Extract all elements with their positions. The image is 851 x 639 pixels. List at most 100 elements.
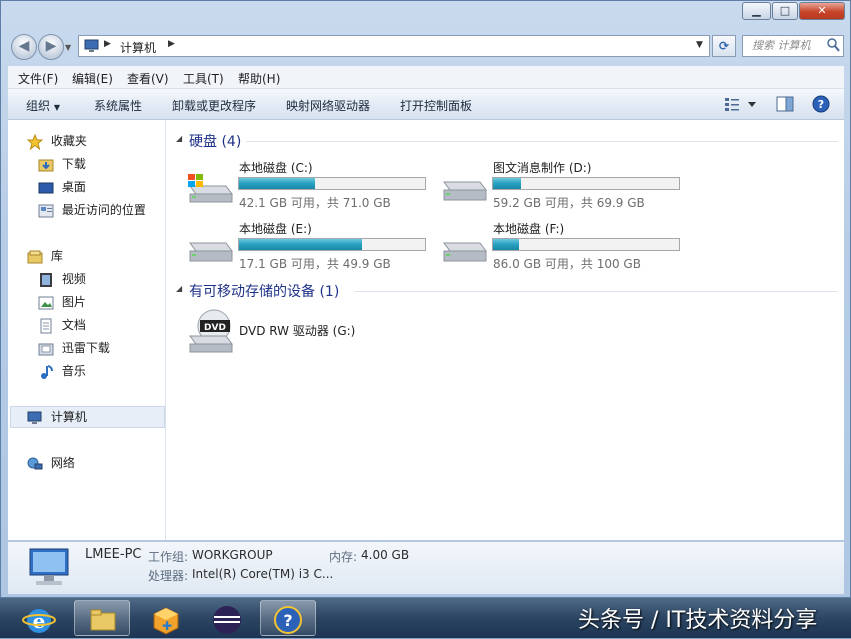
hard-drive-icon (440, 172, 488, 207)
breadcrumb-chevron-icon[interactable]: ▶ (168, 39, 175, 49)
sidebar-item-label: 音乐 (61, 364, 86, 378)
sidebar-item-documents[interactable]: 文档 (38, 315, 86, 335)
organize-label: 组织 (26, 99, 51, 113)
group-divider (246, 141, 838, 142)
navigation-pane (8, 120, 166, 540)
video-icon (38, 272, 54, 288)
sidebar-item-label: 网络 (50, 456, 75, 470)
menu-file[interactable]: 文件(F) (18, 70, 58, 87)
uninstall-program-button[interactable]: 卸载或更改程序 (172, 97, 256, 114)
drive-e-usage-bar (238, 238, 426, 251)
help-icon[interactable]: ? (812, 95, 830, 116)
taskbar-explorer-button[interactable] (74, 600, 130, 636)
sidebar-item-music[interactable]: 音乐 (38, 361, 86, 381)
drive-c-name[interactable]: 本地磁盘 (C:) (239, 159, 313, 176)
desktop-icon (38, 180, 54, 196)
search-input[interactable]: 搜索 计算机 (742, 35, 844, 57)
recent-pages-chevron-icon[interactable]: ▼ (65, 43, 73, 52)
dvd-drive-name[interactable]: DVD RW 驱动器 (G:) (239, 322, 355, 339)
pc-name: LMEE-PC (85, 547, 142, 562)
address-dropdown-icon[interactable]: ▼ (696, 40, 703, 50)
organize-button[interactable]: 组织 ▼ (26, 97, 60, 114)
sidebar-item-downloads[interactable]: 下载 (38, 154, 86, 174)
sidebar-libraries-label: 库 (50, 249, 63, 263)
drive-d-usage-fill (493, 178, 521, 189)
sidebar-favorites-label: 收藏夹 (50, 134, 87, 148)
collapse-group-icon[interactable]: ◢ (176, 284, 182, 293)
network-icon (27, 456, 43, 472)
svg-text:?: ? (283, 611, 292, 630)
menu-tools[interactable]: 工具(T) (183, 70, 224, 87)
collapse-group-icon[interactable]: ◢ (176, 134, 182, 143)
drive-e-free-space: 17.1 GB 可用，共 49.9 GB (239, 257, 391, 271)
drive-f-name[interactable]: 本地磁盘 (F:) (493, 220, 564, 237)
close-button[interactable]: ✕ (799, 2, 845, 20)
folder-icon (89, 607, 117, 636)
menu-bar: 文件(F) 编辑(E) 查看(V) 工具(T) 帮助(H) (8, 66, 844, 89)
drive-d-name[interactable]: 图文消息制作 (D:) (493, 159, 591, 176)
pictures-icon (38, 295, 54, 311)
memory-value: 4.00 GB (361, 548, 410, 562)
drive-e-usage-fill (239, 239, 362, 250)
refresh-icon[interactable]: ⟳ (712, 35, 736, 57)
drive-f-usage-fill (493, 239, 520, 250)
sidebar-item-recent-places[interactable]: 最近访问的位置 (38, 200, 146, 220)
command-bar: 组织 ▼ 系统属性 卸载或更改程序 映射网络驱动器 打开控制面板 ? (8, 89, 844, 120)
cpu-value: Intel(R) Core(TM) i3 C... (192, 567, 334, 581)
svg-text:?: ? (818, 98, 824, 111)
drive-c-free-space: 42.1 GB 可用，共 71.0 GB (239, 196, 391, 210)
address-bar[interactable]: ▶ 计算机 ▶ ▼ (78, 35, 710, 57)
minimize-button[interactable]: ▁ (742, 2, 771, 20)
sidebar-item-label: 下载 (61, 157, 86, 171)
workgroup-value: WORKGROUP (192, 548, 273, 562)
sidebar-libraries[interactable]: 库 (27, 246, 63, 266)
recent-places-icon (38, 203, 54, 219)
drive-d-usage-bar (492, 177, 680, 190)
breadcrumb-computer[interactable]: 计算机 (120, 39, 156, 56)
search-placeholder: 搜索 计算机 (752, 39, 811, 52)
sidebar-item-pictures[interactable]: 图片 (38, 292, 86, 312)
maximize-button[interactable]: □ (772, 2, 798, 20)
documents-icon (38, 318, 54, 334)
search-icon (827, 38, 840, 59)
internet-explorer-icon[interactable]: e (22, 604, 56, 639)
open-control-panel-button[interactable]: 打开控制面板 (400, 97, 472, 114)
sidebar-item-label: 桌面 (61, 180, 86, 194)
sidebar-item-desktop[interactable]: 桌面 (38, 177, 86, 197)
hard-drive-icon (186, 233, 234, 268)
system-properties-button[interactable]: 系统属性 (94, 97, 142, 114)
group-hard-disks-header[interactable]: 硬盘 (4) (189, 131, 241, 151)
eclipse-icon[interactable] (211, 604, 243, 639)
drive-e-name[interactable]: 本地磁盘 (E:) (239, 220, 312, 237)
forward-button[interactable]: ▶ (38, 34, 64, 60)
menu-view[interactable]: 查看(V) (127, 70, 169, 87)
map-network-drive-button[interactable]: 映射网络驱动器 (286, 97, 370, 114)
sidebar-item-videos[interactable]: 视频 (38, 269, 86, 289)
group-removable-header[interactable]: 有可移动存储的设备 (1) (189, 281, 339, 301)
menu-help[interactable]: 帮助(H) (238, 70, 280, 87)
preview-pane-icon[interactable] (776, 96, 794, 115)
sidebar-favorites[interactable]: 收藏夹 (26, 131, 87, 151)
menu-edit[interactable]: 编辑(E) (72, 70, 113, 87)
sidebar-item-thunder-downloads[interactable]: 迅雷下载 (38, 338, 110, 358)
download-library-icon (38, 341, 54, 357)
chevron-down-icon: ▼ (53, 103, 60, 112)
drive-c-usage-fill (239, 178, 316, 189)
back-button[interactable]: ◀ (11, 34, 37, 60)
sidebar-item-network[interactable]: 网络 (27, 453, 75, 473)
sidebar-item-label: 计算机 (50, 410, 87, 424)
taskbar-help-button[interactable]: ? (260, 600, 316, 636)
sidebar-item-computer[interactable]: 计算机 (27, 407, 87, 427)
sidebar-item-label: 最近访问的位置 (61, 203, 146, 217)
memory-label: 内存: (329, 550, 358, 564)
drive-c-usage-bar (238, 177, 426, 190)
watermark-text: 头条号 / IT技术资料分享 (578, 608, 818, 633)
breadcrumb-chevron-icon[interactable]: ▶ (104, 39, 111, 49)
cpu-label: 处理器: (148, 569, 189, 583)
drive-d-free-space: 59.2 GB 可用，共 69.9 GB (493, 196, 645, 210)
computer-large-icon (26, 545, 72, 592)
music-note-icon (38, 364, 54, 380)
view-options-icon[interactable] (724, 96, 758, 115)
star-icon (26, 133, 44, 150)
app-box-icon[interactable]: ✚ (150, 604, 182, 639)
